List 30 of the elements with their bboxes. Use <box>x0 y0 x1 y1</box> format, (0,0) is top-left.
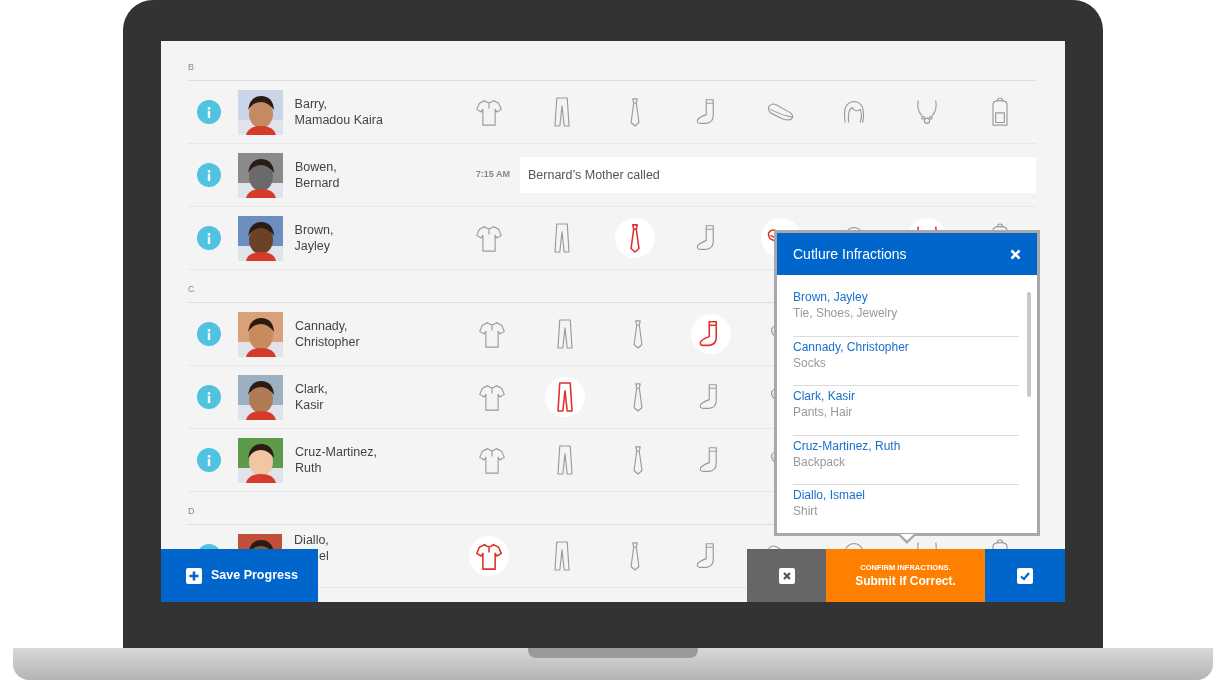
entry-infractions: Tie, Shoes, Jewelry <box>793 305 899 321</box>
submit-label: Submit if Correct. <box>855 572 956 589</box>
student-last-name: Clark, <box>295 381 329 397</box>
entry-student-name: Cruz-Martinez, Ruth <box>793 437 902 454</box>
student-last-name: Barry, <box>294 96 329 112</box>
entry-student-name: Brown, Jayley <box>793 289 869 305</box>
student-first-name: Bernard <box>295 175 341 191</box>
entry-student-name: Clark, Kasir <box>793 388 856 404</box>
student-first-name: el <box>318 548 330 564</box>
note-time: 7:15 AM <box>474 168 511 182</box>
student-last-name: Bowen, <box>295 159 338 175</box>
popup-title: Cutlure Infractions <box>793 244 907 264</box>
student-last-name: Diallo, <box>294 532 330 548</box>
student-first-name: Ruth <box>295 460 323 476</box>
student-first-name: Mamadou Kaira <box>294 112 384 128</box>
student-first-name: Christopher <box>295 334 361 350</box>
student-last-name: Cannady, <box>295 318 349 334</box>
student-last-name: Cruz-Martinez, <box>295 444 378 460</box>
section-letter: C <box>188 282 195 296</box>
entry-infractions: Socks <box>793 354 827 371</box>
entry-infractions: Shirt <box>793 503 819 519</box>
entry-student-name: Diallo, Ismael <box>793 487 867 503</box>
entry-infractions: Backpack <box>793 453 847 470</box>
entry-infractions: Pants, Hair <box>793 404 854 420</box>
student-first-name: Jayley <box>294 238 332 254</box>
section-letter: B <box>188 60 194 74</box>
entry-student-name: Cannady, Christopher <box>793 338 910 355</box>
section-letter: D <box>188 504 195 518</box>
student-first-name: Kasir <box>295 397 325 413</box>
student-last-name: Brown, <box>294 222 335 238</box>
